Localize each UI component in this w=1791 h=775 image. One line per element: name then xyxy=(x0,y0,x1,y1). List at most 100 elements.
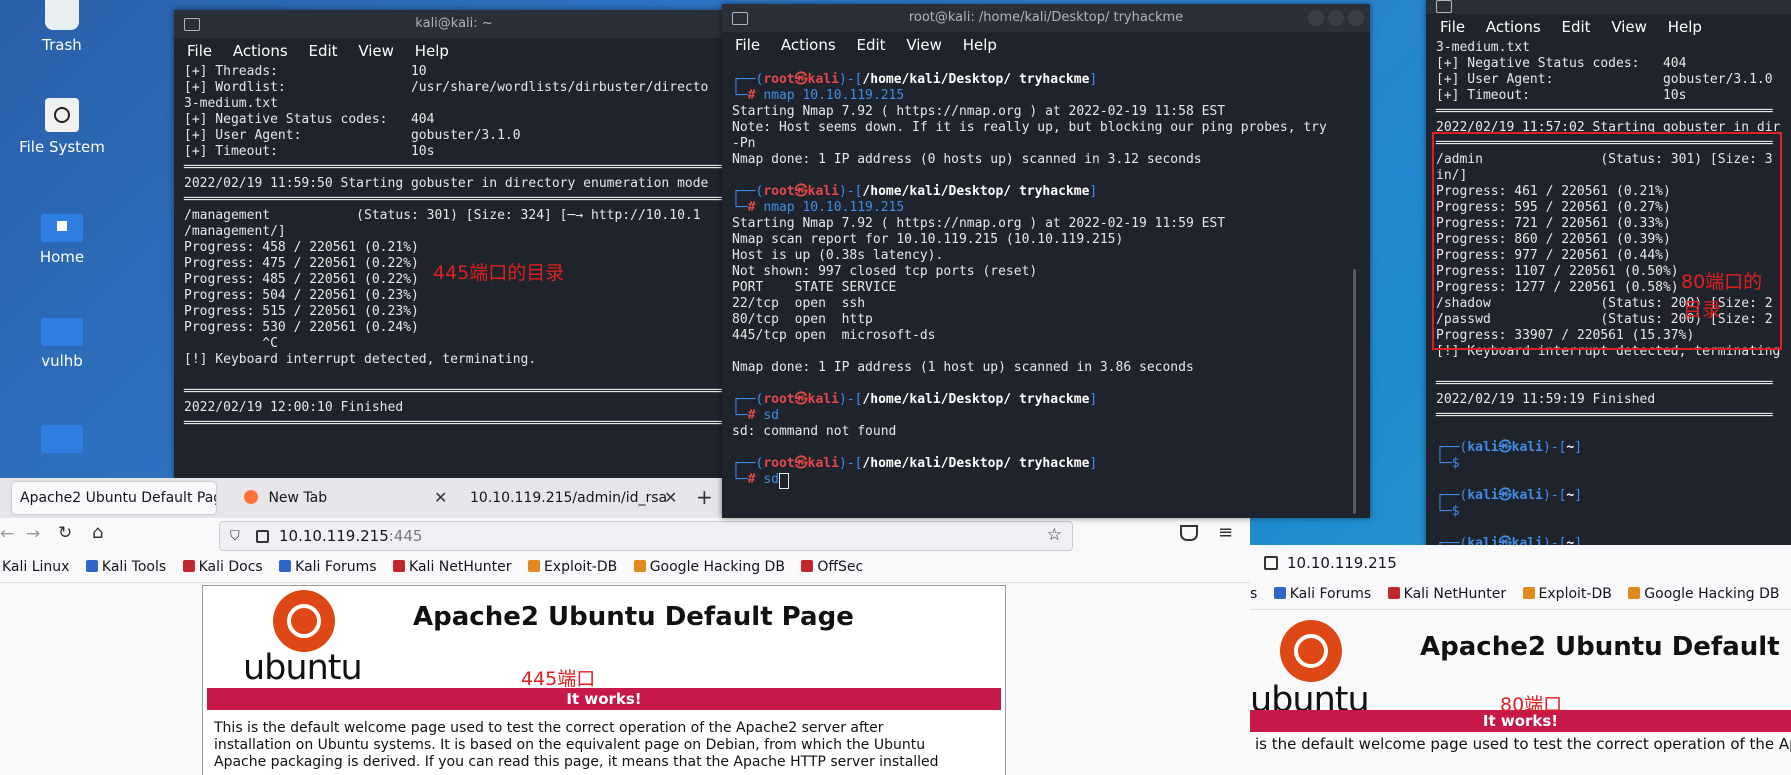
menu-edit[interactable]: Edit xyxy=(856,36,885,54)
terminal-line: 3-medium.txt xyxy=(184,96,278,111)
prompt-bracket: └─ xyxy=(1436,504,1452,519)
forward-icon[interactable]: → xyxy=(26,524,40,544)
bookmark-kali-linux[interactable]: Kali Linux xyxy=(2,552,69,582)
terminal-line: PORT STATE SERVICE xyxy=(732,280,897,295)
tab-new-tab[interactable]: New Tab xyxy=(236,482,454,514)
minimize-button[interactable] xyxy=(1308,10,1324,26)
bookmark-offsec[interactable]: OffSec xyxy=(801,552,863,582)
desktop-icon-vulhb[interactable]: vulhb xyxy=(8,318,116,370)
terminal-line: sd: command not found xyxy=(732,424,897,439)
url-text[interactable]: 10.10.119.215 xyxy=(1287,554,1397,572)
home-folder-icon xyxy=(41,214,83,242)
scrollbar[interactable] xyxy=(1353,269,1356,514)
menu-file[interactable]: File xyxy=(735,36,760,54)
browser-window-445[interactable]: Apache2 Ubuntu Default Pag New Tab ✕ 10.… xyxy=(0,478,1250,775)
title-bar[interactable] xyxy=(1426,0,1791,14)
close-tab-icon[interactable]: ✕ xyxy=(664,488,677,507)
menu-actions[interactable]: Actions xyxy=(1486,18,1541,36)
bookmark-partial[interactable]: s xyxy=(1250,579,1257,609)
url-port: :445 xyxy=(388,527,423,545)
menu-actions[interactable]: Actions xyxy=(233,42,288,60)
back-icon[interactable]: ← xyxy=(0,524,14,544)
bookmark-kali-nethunter[interactable]: Kali NetHunter xyxy=(393,552,512,582)
desktop-icon-folder[interactable] xyxy=(8,425,116,459)
title-bar[interactable]: kali@kali: ~ xyxy=(174,10,734,38)
lock-icon xyxy=(1264,556,1278,570)
desktop-icon-label: Home xyxy=(39,248,85,266)
terminal-line: ════════════════════════════════════════… xyxy=(1436,376,1773,391)
close-tab-icon[interactable]: ✕ xyxy=(434,488,447,507)
desktop-icon-trash[interactable]: Trash xyxy=(8,0,116,54)
home-icon[interactable]: ⌂ xyxy=(92,522,103,543)
prompt-line: ┌──(root㉿kali)-[/home/kali/Desktop/ tryh… xyxy=(732,184,1097,199)
menu-view[interactable]: View xyxy=(358,42,394,60)
bookmark-kali-docs[interactable]: Kali Docs xyxy=(182,552,263,582)
terminal-line: Nmap done: 1 IP address (0 hosts up) sca… xyxy=(732,152,1202,167)
tab-id-rsa[interactable]: 10.10.119.215/admin/id_rsa xyxy=(462,482,670,514)
bookmark-google-hacking-db[interactable]: Google Hacking DB xyxy=(1628,579,1780,609)
terminal-line: Not shown: 997 closed tcp ports (reset) xyxy=(732,264,1038,279)
bookmark-kali-nethunter[interactable]: Kali NetHunter xyxy=(1387,579,1506,609)
terminal-window-kali[interactable]: kali@kali: ~ File Actions Edit View Help… xyxy=(174,10,734,480)
prompt-bracket: ] xyxy=(1089,456,1098,471)
menu-help[interactable]: Help xyxy=(415,42,449,60)
pocket-icon[interactable] xyxy=(1180,525,1198,541)
menu-bar: File Actions Edit View Help xyxy=(1426,14,1791,40)
window-title: root@kali: /home/kali/Desktop/ tryhackme xyxy=(908,10,1184,25)
terminal-line: Starting Nmap 7.92 ( https://nmap.org ) … xyxy=(732,216,1226,231)
terminal-line: 2022/02/19 12:00:10 Finished xyxy=(184,400,404,415)
terminal-line: 80/tcp open http xyxy=(732,312,873,327)
terminal-output: [+] Threads: 10 [+] Wordlist: /usr/share… xyxy=(174,64,734,432)
close-button[interactable] xyxy=(1348,10,1364,26)
menu-view[interactable]: View xyxy=(1611,18,1647,36)
prompt-path: /home/kali/Desktop/ tryhackme xyxy=(862,184,1090,199)
page-title: Apache2 Ubuntu Default Page xyxy=(413,602,854,632)
ubuntu-wordmark: ubuntu xyxy=(243,648,363,688)
page-title: Apache2 Ubuntu Default xyxy=(1420,632,1780,662)
browser-window-80[interactable]: 10.10.119.215 s Kali Forums Kali NetHunt… xyxy=(1250,545,1791,775)
menu-edit[interactable]: Edit xyxy=(1561,18,1590,36)
tab-apache-default[interactable]: Apache2 Ubuntu Default Pag xyxy=(12,482,216,514)
prompt-bracket: )-[ xyxy=(838,392,863,407)
reload-icon[interactable]: ↻ xyxy=(58,523,72,543)
title-bar[interactable]: root@kali: /home/kali/Desktop/ tryhackme xyxy=(722,4,1370,32)
menu-file[interactable]: File xyxy=(187,42,212,60)
desktop-icon-home[interactable]: Home xyxy=(8,214,116,266)
bookmark-kali-tools[interactable]: Kali Tools xyxy=(85,552,166,582)
menu-bar: File Actions Edit View Help xyxy=(174,38,734,64)
bookmark-google-hacking-db[interactable]: Google Hacking DB xyxy=(633,552,785,582)
maximize-button[interactable] xyxy=(1328,10,1344,26)
terminal-line: [+] Negative Status codes: 404 xyxy=(1436,56,1687,71)
terminal-line: Progress: 515 / 220561 (0.23%) xyxy=(184,304,419,319)
terminal-line: [!] Keyboard interrupt detected, termina… xyxy=(184,352,537,367)
bookmark-kali-forums[interactable]: Kali Forums xyxy=(279,552,377,582)
menu-view[interactable]: View xyxy=(906,36,942,54)
menu-help[interactable]: Help xyxy=(963,36,997,54)
intro-paragraph-line3: Apache packaging is derived. If you can … xyxy=(214,754,939,770)
desktop-icon-file-system[interactable]: File System xyxy=(8,98,116,156)
menu-file[interactable]: File xyxy=(1440,18,1465,36)
page-content: ubuntu Apache2 Ubuntu Default Page 445端口… xyxy=(0,583,1250,775)
menu-help[interactable]: Help xyxy=(1668,18,1702,36)
bookmark-star-icon[interactable]: ☆ xyxy=(1047,525,1062,545)
menu-edit[interactable]: Edit xyxy=(308,42,337,60)
firefox-icon xyxy=(244,490,258,504)
command-text: sd xyxy=(763,408,779,423)
new-tab-plus-icon[interactable]: + xyxy=(696,485,713,509)
bookmark-exploit-db[interactable]: Exploit-DB xyxy=(527,552,617,582)
prompt-path: /home/kali/Desktop/ tryhackme xyxy=(862,72,1090,87)
prompt-bracket: └─ xyxy=(1436,456,1452,471)
prompt-bracket: ┌──( xyxy=(732,456,764,471)
hamburger-menu-icon[interactable]: ≡ xyxy=(1218,522,1233,543)
prompt-bracket: )-[ xyxy=(1542,440,1567,455)
url-input[interactable]: ⛉ 10.10.119.215:445 ☆ xyxy=(219,521,1073,551)
prompt-dollar: $ xyxy=(1451,504,1468,519)
bookmark-kali-forums[interactable]: Kali Forums xyxy=(1273,579,1371,609)
menu-actions[interactable]: Actions xyxy=(781,36,836,54)
window-title: kali@kali: ~ xyxy=(415,16,493,31)
bookmark-exploit-db[interactable]: Exploit-DB xyxy=(1522,579,1612,609)
drive-icon xyxy=(45,98,79,132)
terminal-window-root[interactable]: root@kali: /home/kali/Desktop/ tryhackme… xyxy=(722,4,1370,518)
trash-icon xyxy=(45,0,79,30)
terminal-line: [+] User Agent: gobuster/3.1.0 xyxy=(184,128,521,143)
